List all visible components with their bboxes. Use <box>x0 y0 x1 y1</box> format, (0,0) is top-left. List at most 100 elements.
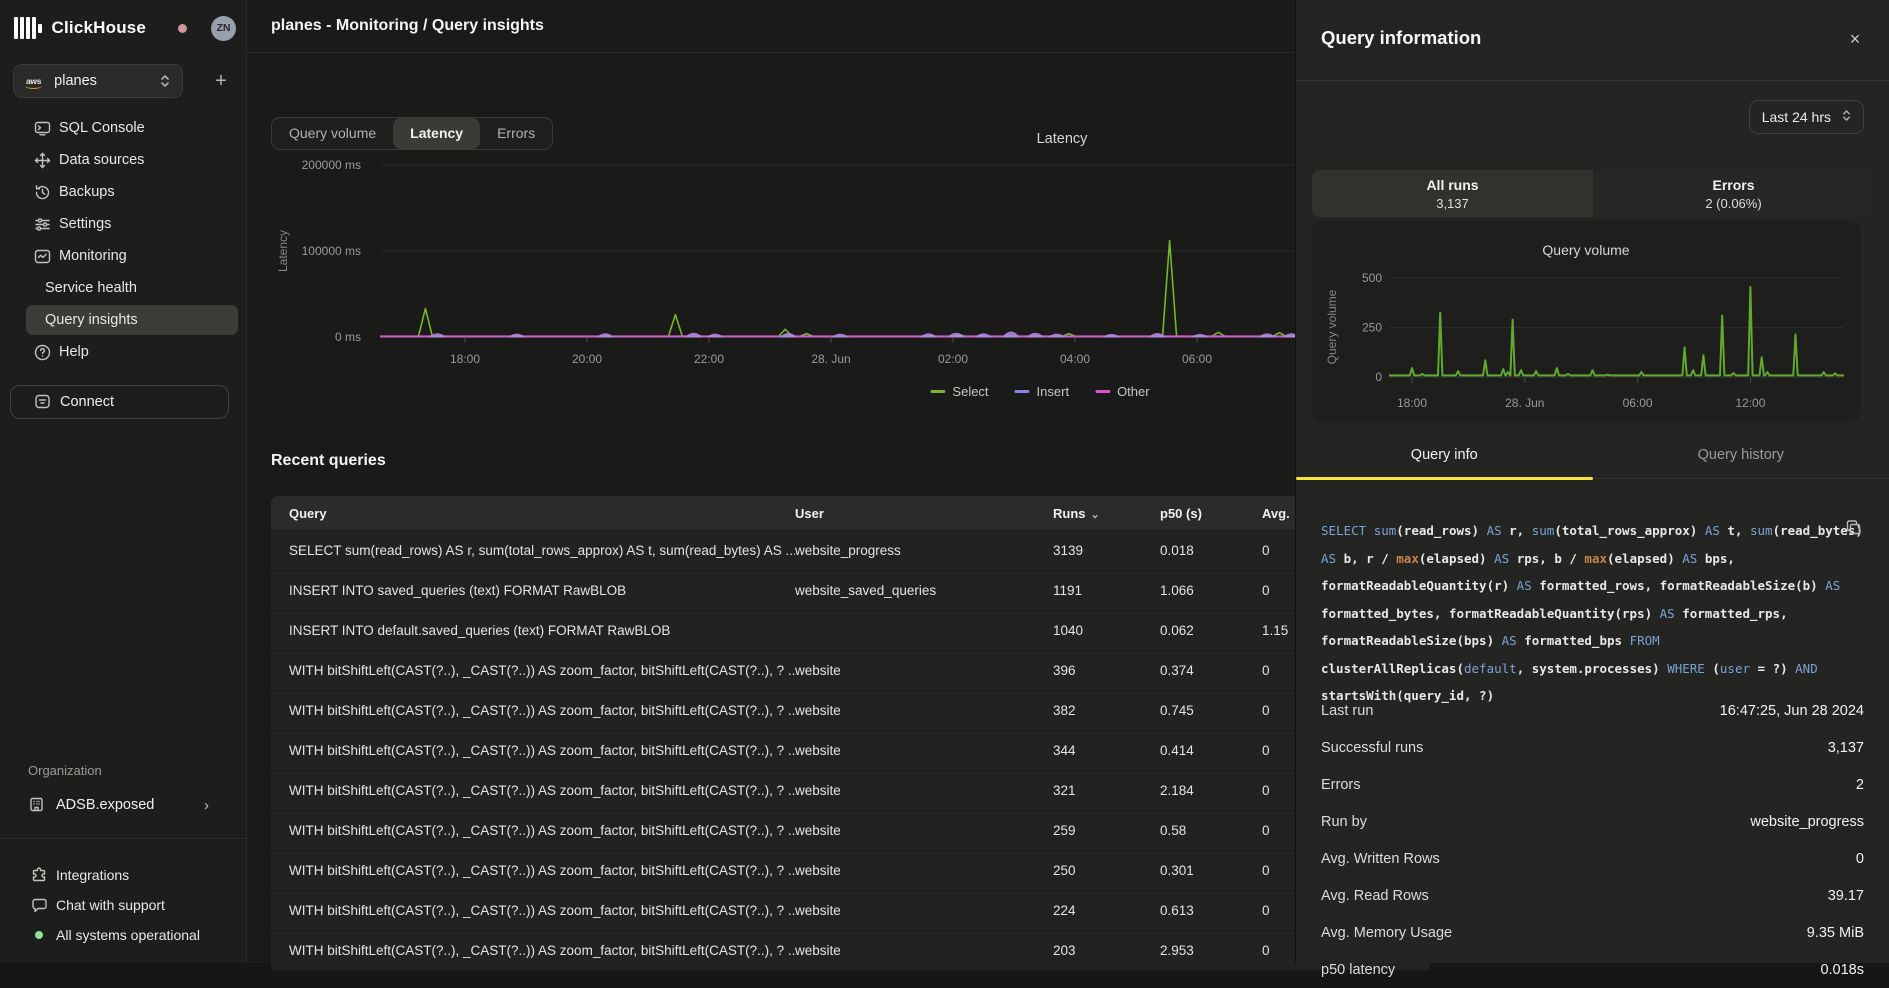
help-icon <box>33 343 51 361</box>
svg-text:02:00: 02:00 <box>938 352 968 366</box>
legend-label: Insert <box>1037 384 1070 399</box>
cell-p50: 0.374 <box>1160 663 1262 678</box>
table-row[interactable]: INSERT INTO default.saved_queries (text)… <box>271 610 1430 650</box>
column-header-p50[interactable]: p50 (s) <box>1160 506 1262 521</box>
query-volume-card: 025050018:0028. Jun06:0012:00Query volum… <box>1312 221 1861 421</box>
cell-runs: 224 <box>1053 903 1160 918</box>
cell-query: SELECT sum(read_rows) AS r, sum(total_ro… <box>271 543 795 558</box>
connect-button[interactable]: Connect <box>10 385 229 419</box>
table-row[interactable]: WITH bitShiftLeft(CAST(?..), _CAST(?..))… <box>271 850 1430 890</box>
detail-row-errors: Errors2 <box>1321 766 1864 803</box>
footer-item-label: All systems operational <box>56 927 200 943</box>
sidebar-item-help[interactable]: Help <box>0 336 246 368</box>
footer-item-chat-with-support[interactable]: Chat with support <box>0 890 246 920</box>
svg-text:Query volume: Query volume <box>1542 242 1629 258</box>
detail-label: Successful runs <box>1321 740 1423 756</box>
svg-text:04:00: 04:00 <box>1060 352 1090 366</box>
legend-label: Select <box>952 384 988 399</box>
cell-user: website <box>795 663 1053 678</box>
time-range-dropdown[interactable]: Last 24 hrs <box>1749 100 1864 134</box>
cell-query: WITH bitShiftLeft(CAST(?..), _CAST(?..))… <box>271 783 795 798</box>
recent-queries-title: Recent queries <box>271 452 386 470</box>
detail-value: 0 <box>1856 851 1864 867</box>
table-header-row: QueryUserRuns⌄p50 (s)Avg. <box>271 496 1430 530</box>
footer-item-integrations[interactable]: Integrations <box>0 860 246 890</box>
cell-p50: 2.953 <box>1160 943 1262 958</box>
organization-selector[interactable]: ADSB.exposed › <box>10 789 237 821</box>
sidebar-item-settings[interactable]: Settings <box>0 208 246 240</box>
table-row[interactable]: INSERT INTO saved_queries (text) FORMAT … <box>271 570 1430 610</box>
table-row[interactable]: WITH bitShiftLeft(CAST(?..), _CAST(?..))… <box>271 690 1430 730</box>
footer-item-all-systems-operational[interactable]: All systems operational <box>0 920 246 950</box>
detail-value: 3,137 <box>1828 740 1864 756</box>
panel-title: Query information <box>1321 27 1481 49</box>
table-row[interactable]: WITH bitShiftLeft(CAST(?..), _CAST(?..))… <box>271 890 1430 930</box>
cell-p50: 0.58 <box>1160 823 1262 838</box>
legend-item-select[interactable]: Select <box>930 384 988 399</box>
table-row[interactable]: WITH bitShiftLeft(CAST(?..), _CAST(?..))… <box>271 650 1430 690</box>
detail-row-last-run: Last run16:47:25, Jun 28 2024 <box>1321 692 1864 729</box>
user-avatar[interactable]: ZN <box>211 16 236 41</box>
panel-tab-query-history[interactable]: Query history <box>1593 432 1889 478</box>
cell-p50: 0.301 <box>1160 863 1262 878</box>
cell-runs: 1191 <box>1053 583 1160 598</box>
puzzle-icon <box>30 866 48 884</box>
sidebar-footer: IntegrationsChat with support All systems… <box>0 860 246 950</box>
column-header-query[interactable]: Query <box>271 506 795 521</box>
cell-user: website_saved_queries <box>795 583 1053 598</box>
detail-row-avg-memory-usage: Avg. Memory Usage9.35 MiB <box>1321 914 1864 951</box>
table-row[interactable]: WITH bitShiftLeft(CAST(?..), _CAST(?..))… <box>271 730 1430 770</box>
sidebar-item-data-sources[interactable]: Data sources <box>0 144 246 176</box>
cell-query: WITH bitShiftLeft(CAST(?..), _CAST(?..))… <box>271 943 795 958</box>
sidebar-item-label: Settings <box>59 216 111 232</box>
table-row[interactable]: WITH bitShiftLeft(CAST(?..), _CAST(?..))… <box>271 810 1430 850</box>
sidebar-item-sql-console[interactable]: SQL Console <box>0 112 246 144</box>
cell-query: WITH bitShiftLeft(CAST(?..), _CAST(?..))… <box>271 863 795 878</box>
settings-icon <box>33 215 51 233</box>
panel-tab-query-info[interactable]: Query info <box>1296 432 1593 478</box>
legend-item-other[interactable]: Other <box>1095 384 1150 399</box>
detail-value: 39.17 <box>1828 888 1864 904</box>
sidebar-item-backups[interactable]: Backups <box>0 176 246 208</box>
legend-item-insert[interactable]: Insert <box>1015 384 1070 399</box>
svg-text:28. Jun: 28. Jun <box>1505 396 1544 410</box>
close-icon[interactable]: × <box>1843 28 1867 52</box>
summary-tab-errors[interactable]: Errors2 (0.06%) <box>1593 170 1874 217</box>
workspace-selector[interactable]: aws planes <box>13 64 183 98</box>
sidebar-item-service-health[interactable]: Service health <box>0 272 246 304</box>
legend-dash-icon <box>1015 390 1030 393</box>
cell-user: website <box>795 863 1053 878</box>
detail-label: Last run <box>1321 703 1373 719</box>
sidebar-nav: SQL ConsoleData sourcesBackups Settings Mo… <box>0 112 246 368</box>
sidebar-item-label: Service health <box>45 280 137 296</box>
table-row[interactable]: SELECT sum(read_rows) AS r, sum(total_ro… <box>271 530 1430 570</box>
svg-text:Latency: Latency <box>1037 131 1089 147</box>
column-header-user[interactable]: User <box>795 506 1053 521</box>
chevron-updown-icon <box>160 73 170 89</box>
copy-icon[interactable] <box>1845 519 1863 537</box>
table-row[interactable]: WITH bitShiftLeft(CAST(?..), _CAST(?..))… <box>271 770 1430 810</box>
summary-tab-all-runs[interactable]: All runs3,137 <box>1312 170 1593 217</box>
sidebar: ClickHouse ZN aws planes + SQL ConsoleDa… <box>0 0 247 963</box>
svg-text:18:00: 18:00 <box>1397 396 1427 410</box>
detail-label: Avg. Memory Usage <box>1321 925 1452 941</box>
time-range-value: Last 24 hrs <box>1762 109 1831 125</box>
cell-query: WITH bitShiftLeft(CAST(?..), _CAST(?..))… <box>271 663 795 678</box>
column-header-runs[interactable]: Runs⌄ <box>1053 506 1160 521</box>
cell-user: website <box>795 903 1053 918</box>
detail-row-avg-read-rows: Avg. Read Rows39.17 <box>1321 877 1864 914</box>
sidebar-item-monitoring[interactable]: Monitoring <box>0 240 246 272</box>
cell-user: website <box>795 943 1053 958</box>
add-service-button[interactable]: + <box>208 66 234 96</box>
cell-p50: 0.414 <box>1160 743 1262 758</box>
aws-icon: aws <box>26 77 41 86</box>
table-row[interactable]: WITH bitShiftLeft(CAST(?..), _CAST(?..))… <box>271 930 1430 970</box>
sidebar-item-query-insights[interactable]: Query insights <box>26 305 238 335</box>
cell-runs: 344 <box>1053 743 1160 758</box>
chevron-right-icon: › <box>204 797 209 814</box>
sidebar-item-label: Monitoring <box>59 248 127 264</box>
sidebar-divider <box>0 838 246 839</box>
cell-query: INSERT INTO default.saved_queries (text)… <box>271 623 795 638</box>
sidebar-item-label: Help <box>59 344 89 360</box>
svg-text:0 ms: 0 ms <box>335 330 361 344</box>
